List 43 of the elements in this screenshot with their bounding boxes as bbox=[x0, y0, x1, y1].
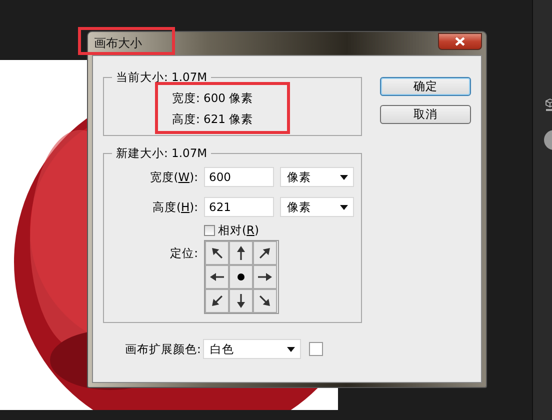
arrow-icon bbox=[259, 248, 270, 259]
arrow-icon bbox=[258, 273, 272, 281]
size-line: 高度: 621 像素 bbox=[172, 112, 254, 127]
anchor-cell[interactable] bbox=[229, 289, 253, 313]
color-dropdown[interactable]: 白色 bbox=[202, 339, 301, 359]
size-line: 宽度: 600 像素 bbox=[172, 91, 254, 106]
arrow-icon bbox=[212, 295, 223, 306]
group-label: 新建大小: 1.07M bbox=[115, 146, 208, 161]
anchor-cell[interactable] bbox=[253, 289, 277, 313]
anchor-cell[interactable] bbox=[205, 289, 229, 313]
input-field[interactable]: 600 bbox=[204, 167, 274, 187]
anchor-cell[interactable] bbox=[253, 265, 277, 289]
checkbox[interactable] bbox=[204, 225, 215, 236]
arrow-icon bbox=[237, 294, 245, 308]
unit-dropdown[interactable]: 像素 bbox=[280, 197, 354, 217]
cube-icon bbox=[545, 98, 552, 112]
field-label: 高度(H): bbox=[151, 200, 198, 214]
color-swatch[interactable] bbox=[308, 342, 323, 356]
caret-icon bbox=[340, 204, 348, 210]
window-title: 画布大小 bbox=[93, 35, 143, 52]
arrow-icon bbox=[210, 273, 224, 281]
input-field[interactable]: 621 bbox=[204, 197, 274, 217]
arrow-icon bbox=[259, 295, 270, 306]
dot-icon bbox=[238, 274, 244, 280]
unit-dropdown[interactable]: 像素 bbox=[280, 167, 354, 187]
arrow-icon bbox=[212, 248, 223, 259]
anchor-cell[interactable] bbox=[253, 241, 277, 265]
anchor-cell[interactable] bbox=[229, 265, 253, 289]
arrow-icon bbox=[237, 246, 245, 260]
anchor-label: 定位: bbox=[169, 246, 198, 261]
close-icon bbox=[455, 36, 465, 46]
caret-icon bbox=[340, 174, 348, 180]
field-label: 宽度(W): bbox=[148, 170, 198, 184]
close-button[interactable] bbox=[438, 32, 482, 50]
checkbox-label: 相对(R) bbox=[218, 223, 259, 238]
anchor-cell[interactable] bbox=[205, 265, 229, 289]
dialog-button[interactable]: 确定 bbox=[380, 77, 471, 96]
anchor-cell[interactable] bbox=[229, 241, 253, 265]
anchor-cell[interactable] bbox=[205, 241, 229, 265]
caret-icon bbox=[286, 346, 295, 352]
dialog-button[interactable]: 取消 bbox=[380, 105, 471, 124]
field-label: 画布扩展颜色: bbox=[125, 342, 201, 356]
group-label: 当前大小: 1.07M bbox=[115, 70, 208, 85]
